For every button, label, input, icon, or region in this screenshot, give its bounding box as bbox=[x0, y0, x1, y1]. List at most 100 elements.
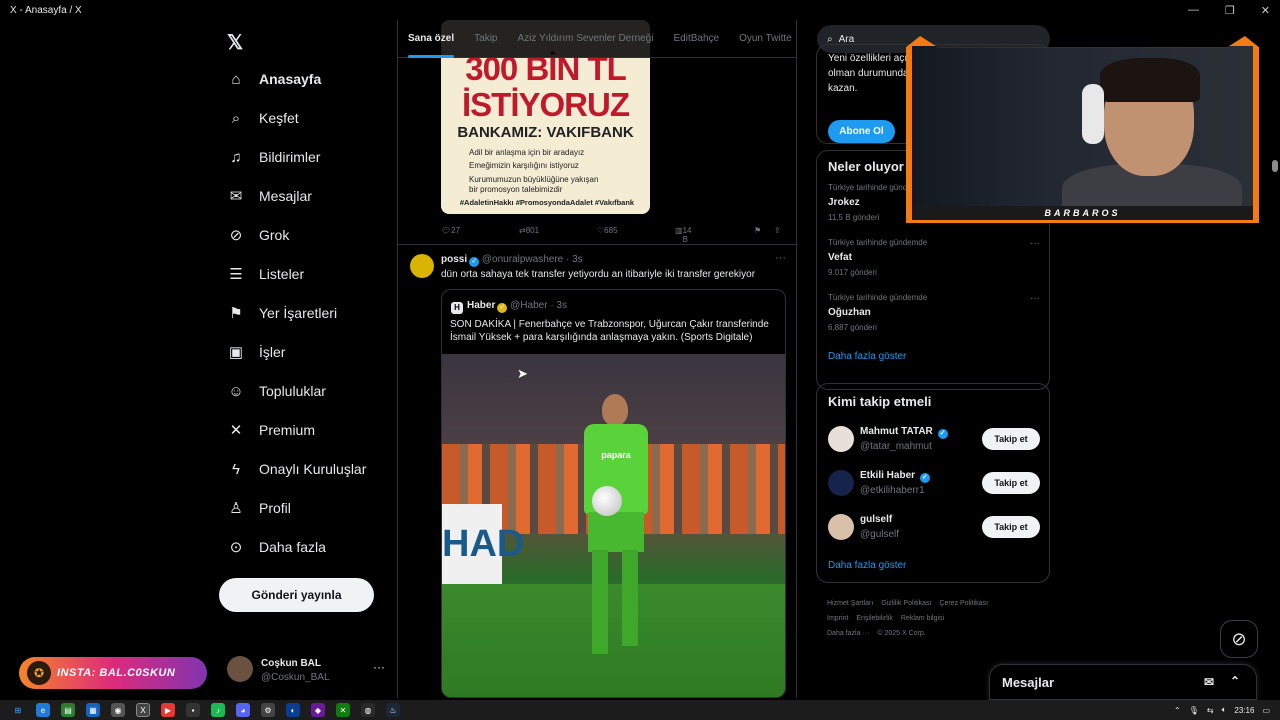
obs-icon[interactable]: ◉ bbox=[111, 703, 125, 717]
nav-item-home[interactable]: ⌂ Anasayfa bbox=[227, 66, 321, 92]
views-button[interactable]: ▥ 14 B bbox=[675, 226, 691, 244]
nav-item-notifications[interactable]: ♫ Bildirimler bbox=[227, 144, 320, 170]
follow-suggestion[interactable]: Etkili Haber ✓ @etkilihaberr1 Takip et bbox=[828, 468, 1040, 498]
account-switcher[interactable]: Coşkun BAL @Coskun_BAL ··· bbox=[227, 656, 397, 692]
tab-following[interactable]: Takip bbox=[474, 20, 497, 58]
close-button[interactable]: ✕ bbox=[1261, 4, 1270, 17]
tab-list-oyun[interactable]: Oyun Twitte bbox=[739, 20, 792, 58]
youtube-icon[interactable]: ▶ bbox=[161, 703, 175, 717]
footer-link[interactable]: Reklam bilgisi bbox=[901, 615, 944, 622]
follow-button[interactable]: Takip et bbox=[982, 472, 1040, 494]
tab-list-editbahce[interactable]: EditBahçe bbox=[673, 20, 719, 58]
footer-link[interactable]: Gizlilik Politikası bbox=[881, 600, 931, 607]
clock-time[interactable]: 23:16 bbox=[1234, 706, 1254, 715]
show-more-link[interactable]: Daha fazla göster bbox=[828, 560, 906, 571]
share-icon[interactable]: ⇪ bbox=[774, 226, 781, 235]
nav-item-verified-orgs[interactable]: ϟ Onaylı Kuruluşlar bbox=[227, 456, 366, 482]
maximize-button[interactable]: ❐ bbox=[1225, 4, 1235, 17]
minimize-button[interactable]: — bbox=[1188, 4, 1199, 16]
trend-count: 9.017 gönderi bbox=[828, 268, 877, 277]
follow-suggestion[interactable]: gulself @gulself Takip et bbox=[828, 512, 1040, 542]
quoted-tweet[interactable]: H Haber ✓ @Haber · 3s SON DAKİKA | Fenerba… bbox=[441, 289, 786, 698]
follow-button[interactable]: Takip et bbox=[982, 428, 1040, 450]
nav-item-messages[interactable]: ✉ Mesajlar bbox=[227, 183, 312, 209]
nav-item-explore[interactable]: ⌕ Keşfet bbox=[227, 105, 299, 131]
nav-item-bookmarks[interactable]: ⚑ Yer İşaretleri bbox=[227, 300, 337, 326]
like-count: 685 bbox=[604, 225, 618, 235]
bookmark-icon[interactable]: ⚑ bbox=[754, 226, 761, 235]
spotify-icon[interactable]: ♪ bbox=[211, 703, 225, 717]
volume-icon[interactable]: 🔈︎ bbox=[1222, 705, 1227, 715]
trend-context: Türkiye tarihinde gündemde bbox=[828, 293, 928, 302]
app-icon[interactable]: ◆ bbox=[311, 703, 325, 717]
trend-item[interactable]: Türkiye tarihinde gündemde Vefat 9.017 g… bbox=[828, 238, 1040, 277]
post-button[interactable]: Gönderi yayınla bbox=[219, 578, 374, 612]
footer-link[interactable]: Imprint bbox=[827, 615, 848, 622]
suggestion-name-text: Etkili Haber bbox=[860, 470, 916, 481]
discord-icon[interactable]: ◕ bbox=[236, 703, 250, 717]
footer-link[interactable]: Hizmet Şartları bbox=[827, 600, 873, 607]
reply-button[interactable]: 💬︎ 27 bbox=[441, 226, 460, 235]
show-more-link[interactable]: Daha fazla göster bbox=[828, 351, 906, 362]
microphone-icon[interactable]: 🎙︎ bbox=[1189, 706, 1199, 715]
nav-item-profile[interactable]: ♙ Profil bbox=[227, 495, 291, 521]
grok-icon[interactable]: ⊘ bbox=[1220, 620, 1258, 658]
xbox-icon[interactable]: ✕ bbox=[336, 703, 350, 717]
store-icon[interactable]: ▤ bbox=[61, 703, 75, 717]
explorer-icon[interactable]: ▦ bbox=[86, 703, 100, 717]
insta-label: INSTA: BAL.C0SKUN bbox=[57, 667, 176, 679]
nav-item-communities[interactable]: ☺ Topluluklar bbox=[227, 378, 326, 404]
tab-list-aziz[interactable]: Aziz Yıldırım Sevenler Derneği bbox=[518, 20, 654, 58]
nav-item-premium[interactable]: ✕ Premium bbox=[227, 417, 315, 443]
author-name[interactable]: possi bbox=[441, 254, 467, 265]
scrollbar-thumb[interactable] bbox=[1272, 160, 1278, 172]
more-dots-icon[interactable]: ··· bbox=[775, 252, 786, 264]
follow-button[interactable]: Takip et bbox=[982, 516, 1040, 538]
messages-drawer[interactable]: Mesajlar ✉ ⌃ bbox=[989, 664, 1257, 700]
app-icon[interactable]: ◍ bbox=[361, 703, 375, 717]
chevron-up-icon[interactable]: ⌃ bbox=[1230, 674, 1240, 688]
os-taskbar: ⊞ e ▤ ▦ ◉ X ▶ ▪ ♪ ◕ ⚙ ◐ ◆ ✕ ◍ ♨ ⌃ 🎙︎ ⇆ 🔈… bbox=[0, 700, 1280, 720]
nav-item-more[interactable]: ⊙ Daha fazla bbox=[227, 534, 326, 560]
suggestion-name: Mahmut TATAR ✓ bbox=[860, 426, 948, 439]
nav-item-grok[interactable]: ⊘ Grok bbox=[227, 222, 290, 248]
more-dots-icon[interactable]: ··· bbox=[1030, 293, 1040, 304]
x-app-icon[interactable]: X bbox=[136, 703, 150, 717]
subscribe-button[interactable]: Abone Ol bbox=[828, 120, 895, 143]
settings-icon[interactable]: ⚙ bbox=[261, 703, 275, 717]
photo-player: papara bbox=[576, 394, 656, 694]
footer-link[interactable]: Çerez Politikası bbox=[939, 600, 988, 607]
footer-link[interactable]: Erişilebilirlik bbox=[856, 615, 893, 622]
goalkeeper-photo[interactable]: HAD papara bbox=[442, 354, 785, 697]
tab-for-you[interactable]: Sana özel bbox=[408, 20, 455, 58]
tweet[interactable]: possi ✓ @onuralpwashere · 3s ··· dün orta… bbox=[398, 246, 796, 698]
steam-icon[interactable]: ♨ bbox=[386, 703, 400, 717]
haber-logo-icon: H bbox=[451, 302, 463, 314]
author-handle[interactable]: @onuralpwashere bbox=[482, 254, 563, 265]
follow-suggestion[interactable]: Mahmut TATAR ✓ @tatar_mahmut Takip et bbox=[828, 424, 1040, 454]
app-icon[interactable]: ▪ bbox=[186, 703, 200, 717]
divider bbox=[398, 244, 796, 245]
avatar bbox=[227, 656, 253, 682]
notification-icon[interactable]: ▭ bbox=[1262, 706, 1270, 715]
poster-bullet: bir promosyon talebimizdir bbox=[469, 185, 563, 194]
avatar[interactable] bbox=[410, 254, 434, 278]
tweet-time[interactable]: · 3s bbox=[566, 254, 583, 265]
trend-item[interactable]: Türkiye tarihinde gündemde Oğuzhan 6.887… bbox=[828, 293, 1040, 332]
network-icon[interactable]: ⇆ bbox=[1207, 706, 1214, 715]
chevron-up-icon[interactable]: ⌃ bbox=[1174, 706, 1181, 715]
more-dots-icon[interactable]: ··· bbox=[373, 660, 385, 674]
footer-link[interactable]: Daha fazla ··· bbox=[827, 630, 869, 637]
profile-handle: @Coskun_BAL bbox=[261, 672, 330, 683]
x-logo-icon[interactable]: 𝕏 bbox=[227, 30, 243, 55]
start-icon[interactable]: ⊞ bbox=[11, 703, 25, 717]
like-button[interactable]: ♡ 685 bbox=[597, 226, 618, 235]
app-icon[interactable]: ◐ bbox=[286, 703, 300, 717]
nav-item-lists[interactable]: ☰ Listeler bbox=[227, 261, 304, 287]
nav-label: Anasayfa bbox=[259, 71, 322, 87]
new-message-icon[interactable]: ✉ bbox=[1204, 675, 1214, 689]
nav-item-jobs[interactable]: ▣ İşler bbox=[227, 339, 286, 365]
repost-button[interactable]: ⇄ 801 bbox=[519, 226, 539, 235]
edge-icon[interactable]: e bbox=[36, 703, 50, 717]
more-dots-icon[interactable]: ··· bbox=[1030, 238, 1040, 249]
